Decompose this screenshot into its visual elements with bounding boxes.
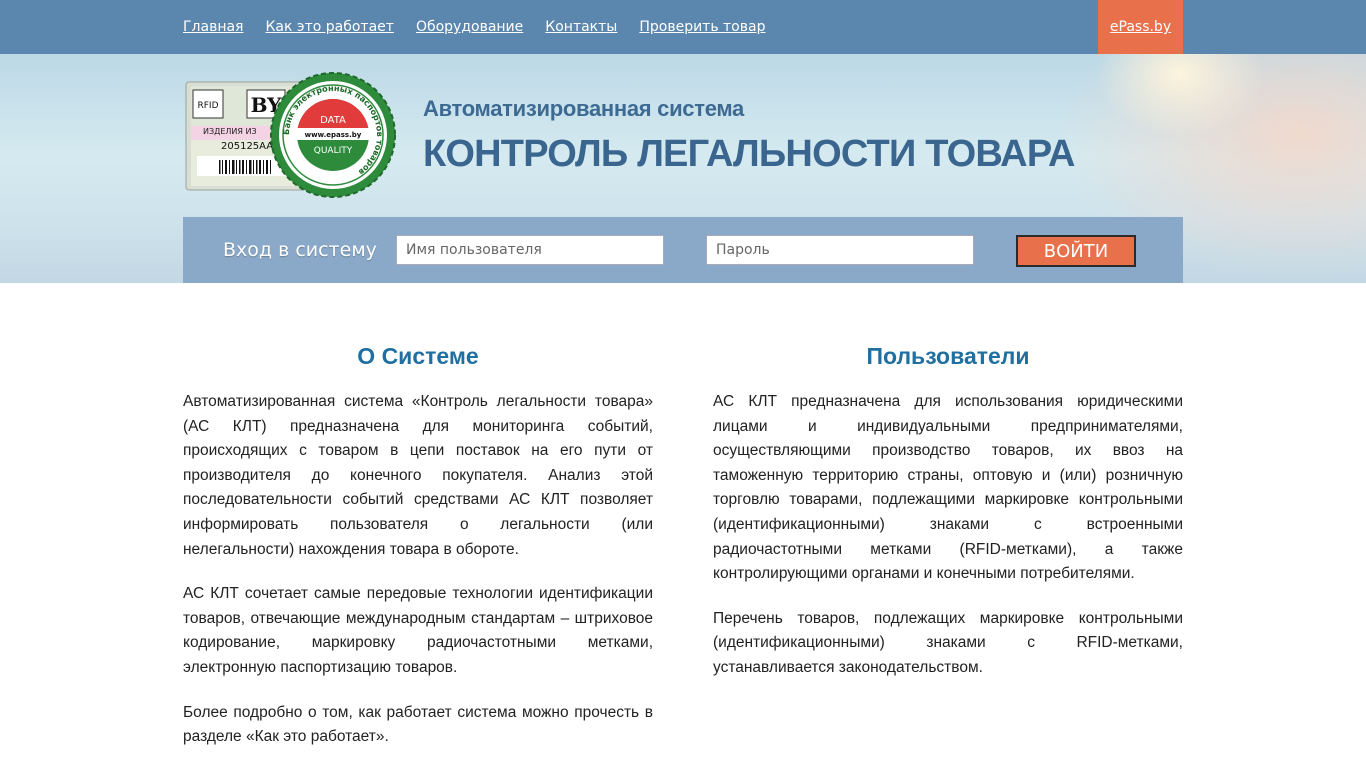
main-nav: Главная Как это работает Оборудование Ко… xyxy=(183,0,787,54)
users-heading: Пользователи xyxy=(866,343,1030,369)
svg-text:DATA: DATA xyxy=(320,115,346,126)
username-input[interactable] xyxy=(396,235,664,265)
users-paragraph: АС КЛТ предназначена для использования ю… xyxy=(713,393,1183,583)
users-section: Пользователи АС КЛТ предназначена для ис… xyxy=(713,343,1183,701)
quality-seal-icon: DATA www.epass.by QUALITY Банк электронн… xyxy=(270,72,396,198)
site-logo[interactable]: RFID BY ИЗДЕЛИЯ ИЗ 205125AA0 DATA www.ep… xyxy=(183,70,398,200)
about-paragraph: АС КЛТ сочетает самые передовые технолог… xyxy=(183,585,653,676)
site-subtitle: Автоматизированная система xyxy=(423,96,744,121)
nav-link-check-product[interactable]: Проверить товар xyxy=(639,19,765,35)
password-input[interactable] xyxy=(706,235,974,265)
nav-link-home[interactable]: Главная xyxy=(183,19,243,35)
nav-link-equipment[interactable]: Оборудование xyxy=(416,19,523,35)
nav-link-how-it-works[interactable]: Как это работает xyxy=(265,19,393,35)
svg-text:QUALITY: QUALITY xyxy=(314,146,353,156)
nav-link-contacts[interactable]: Контакты xyxy=(545,19,617,35)
svg-text:www.epass.by: www.epass.by xyxy=(305,131,362,139)
epass-link[interactable]: ePass.by xyxy=(1098,0,1183,54)
top-navigation-bar: Главная Как это работает Оборудование Ко… xyxy=(0,0,1366,54)
about-paragraph: Более подробно о том, как работает систе… xyxy=(183,703,653,746)
svg-text:ИЗДЕЛИЯ ИЗ: ИЗДЕЛИЯ ИЗ xyxy=(203,127,257,136)
users-paragraph: Перечень товаров, подлежащих маркировке … xyxy=(713,609,1183,676)
about-paragraph: Автоматизированная система «Контроль лег… xyxy=(183,393,653,558)
login-label: Вход в систему xyxy=(223,239,377,261)
page-title: КОНТРОЛЬ ЛЕГАЛЬНОСТИ ТОВАРА xyxy=(423,133,1075,175)
svg-text:RFID: RFID xyxy=(197,101,218,111)
about-heading: О Системе xyxy=(357,343,479,369)
login-form: Вход в систему ВОЙТИ xyxy=(183,217,1183,283)
login-button[interactable]: ВОЙТИ xyxy=(1016,235,1136,267)
about-section: О Системе Автоматизированная система «Ко… xyxy=(183,343,653,770)
